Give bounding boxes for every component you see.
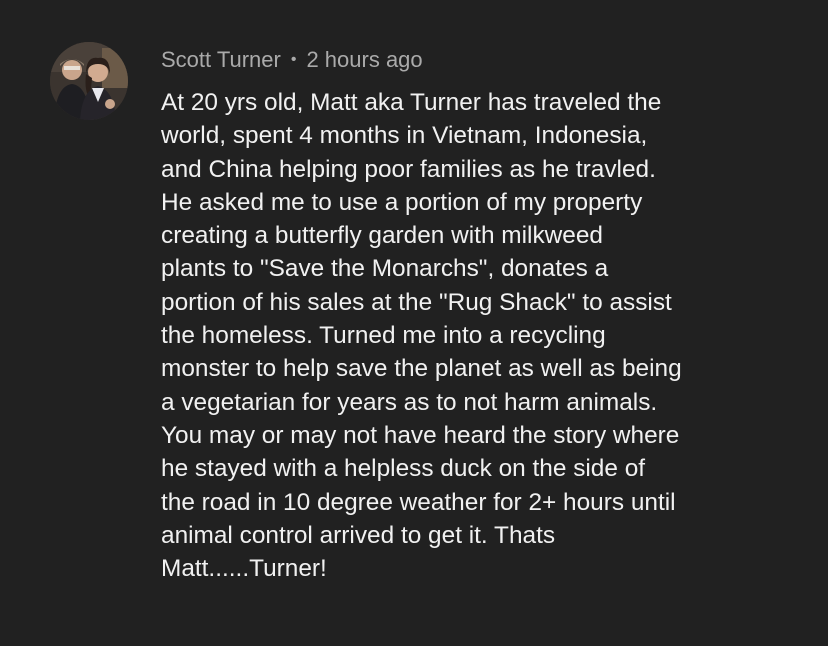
user-avatar-photo-icon (50, 42, 128, 120)
avatar[interactable] (50, 42, 128, 120)
comment-timestamp[interactable]: 2 hours ago (306, 47, 422, 73)
comment-meta: Scott Turner • 2 hours ago (161, 46, 423, 74)
author-name[interactable]: Scott Turner (161, 47, 281, 73)
comment-card: Scott Turner • 2 hours ago At 20 yrs old… (0, 0, 828, 646)
comment-body: At 20 yrs old, Matt aka Turner has trave… (161, 89, 682, 583)
meta-separator: • (290, 51, 297, 68)
